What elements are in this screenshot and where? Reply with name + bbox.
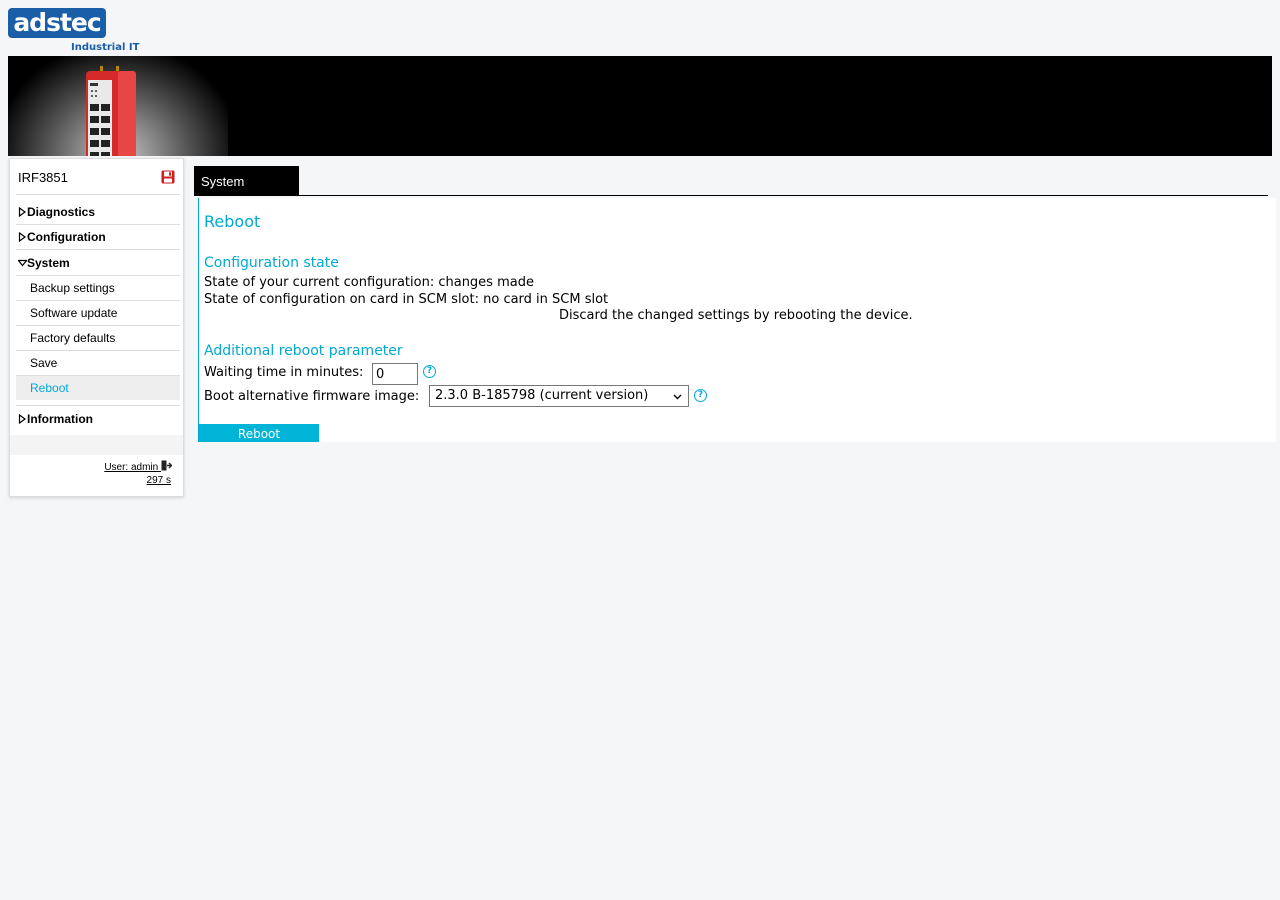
- reboot-button[interactable]: Reboot: [199, 424, 319, 442]
- sidebar-subitem-backup-settings[interactable]: Backup settings: [16, 276, 180, 300]
- sidebar-item-label: Diagnostics: [27, 205, 96, 219]
- page-title: Reboot: [204, 212, 261, 231]
- logo-text: adstec: [8, 8, 106, 38]
- tab-system[interactable]: System: [194, 166, 299, 195]
- firmware-image-selected: 2.3.0 B-185798 (current version): [435, 388, 649, 403]
- sidebar-item-label: System: [27, 256, 70, 270]
- sidebar-subitem-software-update[interactable]: Software update: [16, 301, 180, 325]
- firmware-image-select[interactable]: 2.3.0 B-185798 (current version): [429, 385, 689, 407]
- sidebar-item-label: Configuration: [27, 230, 106, 244]
- sidebar-subitem-reboot[interactable]: Reboot: [16, 376, 180, 400]
- sidebar-subitem-factory-defaults[interactable]: Factory defaults: [16, 326, 180, 350]
- sidebar-item-label: Information: [27, 412, 93, 426]
- help-icon[interactable]: ?: [423, 365, 436, 378]
- config-state-heading: Configuration state: [204, 255, 339, 271]
- discard-notice: Discard the changed settings by rebootin…: [559, 308, 913, 323]
- card-config-state: State of configuration on card in SCM sl…: [204, 292, 609, 307]
- reboot-param-heading: Additional reboot parameter: [204, 343, 403, 359]
- help-icon[interactable]: ?: [694, 389, 707, 402]
- save-icon[interactable]: [161, 170, 175, 184]
- main-content: Reboot Configuration state State of your…: [198, 198, 1276, 442]
- device-image: [86, 66, 136, 156]
- sidebar-item-diagnostics[interactable]: Diagnostics: [16, 200, 180, 224]
- caret-right-icon: [18, 207, 27, 217]
- firmware-image-label: Boot alternative firmware image:: [204, 389, 420, 404]
- sidebar-separator: [16, 405, 180, 406]
- device-name: IRF3851: [18, 170, 68, 185]
- current-config-state: State of your current configuration: cha…: [204, 275, 534, 290]
- tab-underline: [194, 195, 1268, 196]
- sidebar-separator: [16, 194, 180, 195]
- sidebar-footer-band: [10, 435, 183, 455]
- session-timer[interactable]: 297 s: [147, 475, 171, 487]
- sidebar-subitem-save[interactable]: Save: [16, 351, 180, 375]
- sidebar-separator: [16, 249, 180, 250]
- sidebar-item-system[interactable]: System: [16, 251, 180, 275]
- waiting-time-label: Waiting time in minutes:: [204, 365, 364, 380]
- user-logout-link[interactable]: User: admin: [104, 460, 172, 475]
- user-label: User: admin: [104, 462, 159, 473]
- logo-tagline: Industrial IT: [71, 42, 140, 53]
- logout-icon[interactable]: [161, 460, 172, 471]
- caret-right-icon: [18, 414, 27, 424]
- sidebar-item-configuration[interactable]: Configuration: [16, 225, 180, 249]
- header-banner: [8, 56, 1272, 156]
- caret-right-icon: [18, 232, 27, 242]
- waiting-time-input[interactable]: [372, 363, 418, 385]
- sidebar-item-information[interactable]: Information: [16, 407, 180, 431]
- caret-down-icon: [18, 259, 27, 267]
- brand-logo: adstec Industrial IT: [8, 8, 140, 54]
- sidebar: IRF3851 Diagnostics Configuration System…: [9, 158, 184, 497]
- chevron-down-icon: [673, 394, 682, 400]
